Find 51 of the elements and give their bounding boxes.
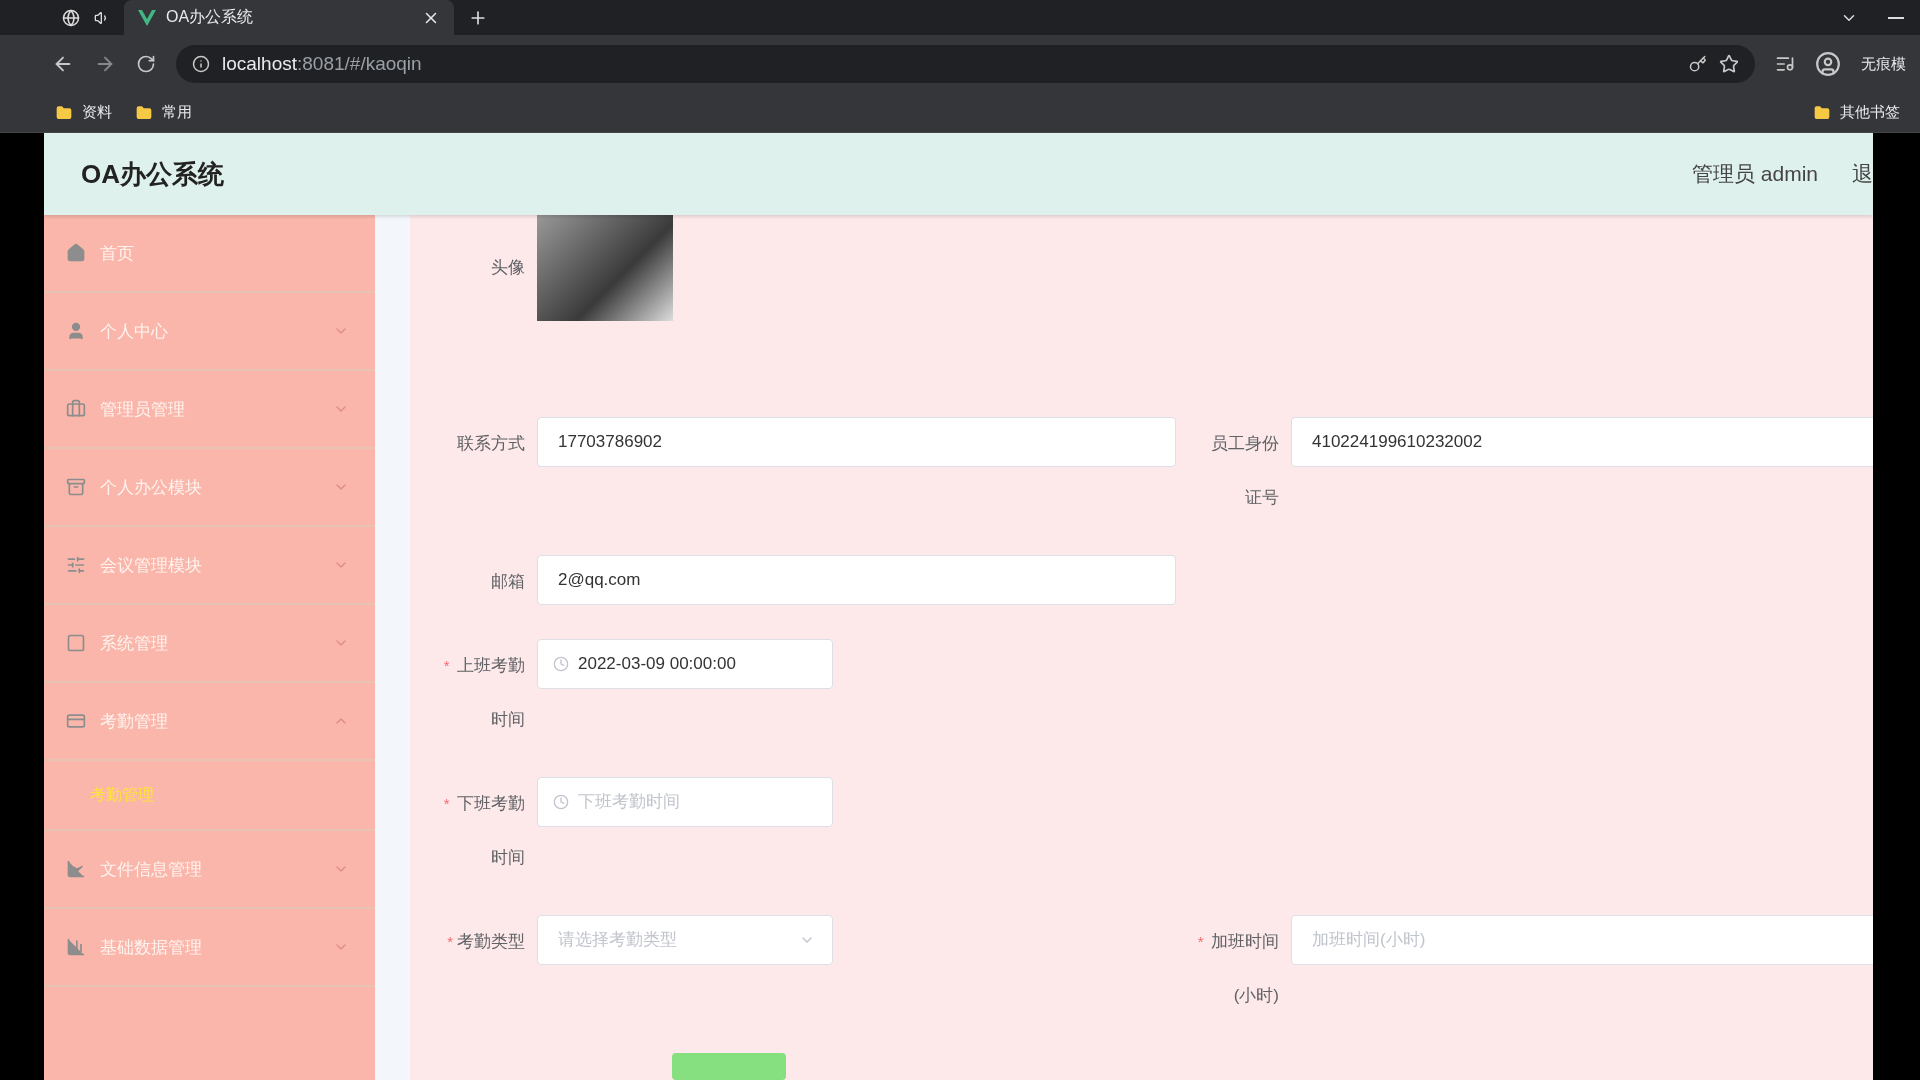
bookmark-link[interactable]: 常用	[162, 103, 192, 122]
input-field[interactable]: 2@qq.com	[537, 555, 1176, 605]
home-icon	[66, 243, 86, 263]
briefcase-icon	[66, 399, 86, 419]
globe-icon	[62, 8, 80, 27]
required-mark: *	[443, 794, 450, 814]
user-name: 管理员 admin	[1691, 161, 1818, 187]
bookmark-link[interactable]: 其他书签	[1840, 103, 1900, 122]
form-label: 联系方式	[457, 433, 525, 455]
form-label: 头像	[491, 257, 525, 279]
form-label: 下班考勤时间	[456, 793, 525, 869]
form-label: 考勤类型	[457, 931, 525, 953]
key-icon[interactable]	[1689, 55, 1707, 73]
browser-tab[interactable]: OA办公系统	[124, 0, 454, 35]
card-icon	[66, 711, 86, 731]
folder-icon	[1814, 104, 1830, 121]
folder-icon	[56, 104, 72, 121]
tab-title: OA办公系统	[166, 7, 255, 27]
required-mark: *	[443, 656, 450, 676]
reload-icon[interactable]	[136, 54, 156, 74]
address-bar[interactable]: localhost:8081/#/kaoqin	[176, 45, 1755, 83]
input-field[interactable]: 加班时间(小时)	[1291, 915, 1873, 965]
form-label: 员工身份证号	[1210, 433, 1279, 509]
input-field[interactable]: 17703786902	[537, 417, 1176, 467]
app-title: OA办公系统	[81, 157, 224, 191]
bookmark-link[interactable]: 资料	[82, 103, 112, 122]
url-text: localhost:8081/#/kaoqin	[222, 53, 422, 75]
user-icon	[66, 321, 86, 341]
toolbox-icon	[66, 477, 86, 497]
minimize-icon[interactable]	[1888, 16, 1904, 19]
date-field[interactable]: 下班考勤时间	[537, 777, 833, 827]
clock-icon	[553, 794, 569, 810]
required-mark: *	[1197, 932, 1204, 952]
input-field[interactable]: 410224199610232002	[1291, 417, 1873, 467]
form-label: 加班时间(小时)	[1210, 931, 1279, 1007]
v-logo-icon	[138, 9, 156, 26]
square-icon	[66, 633, 86, 653]
select-field[interactable]: 请选择考勤类型	[537, 915, 833, 965]
incognito-icon[interactable]	[1815, 51, 1841, 77]
folder-icon	[136, 104, 152, 121]
clock-icon	[553, 656, 569, 672]
star-icon[interactable]	[1719, 54, 1739, 74]
form-label: 上班考勤时间	[456, 655, 525, 731]
list-icon[interactable]	[1775, 54, 1795, 74]
sliders-icon	[66, 555, 86, 575]
profile-label: 无痕模	[1861, 54, 1906, 74]
form-label: 邮箱	[491, 571, 525, 593]
info-icon	[192, 55, 210, 73]
logout-link[interactable]: 退	[1852, 160, 1873, 188]
date-field[interactable]: 2022-03-09 00:00:00	[537, 639, 833, 689]
required-mark: *	[447, 932, 453, 952]
